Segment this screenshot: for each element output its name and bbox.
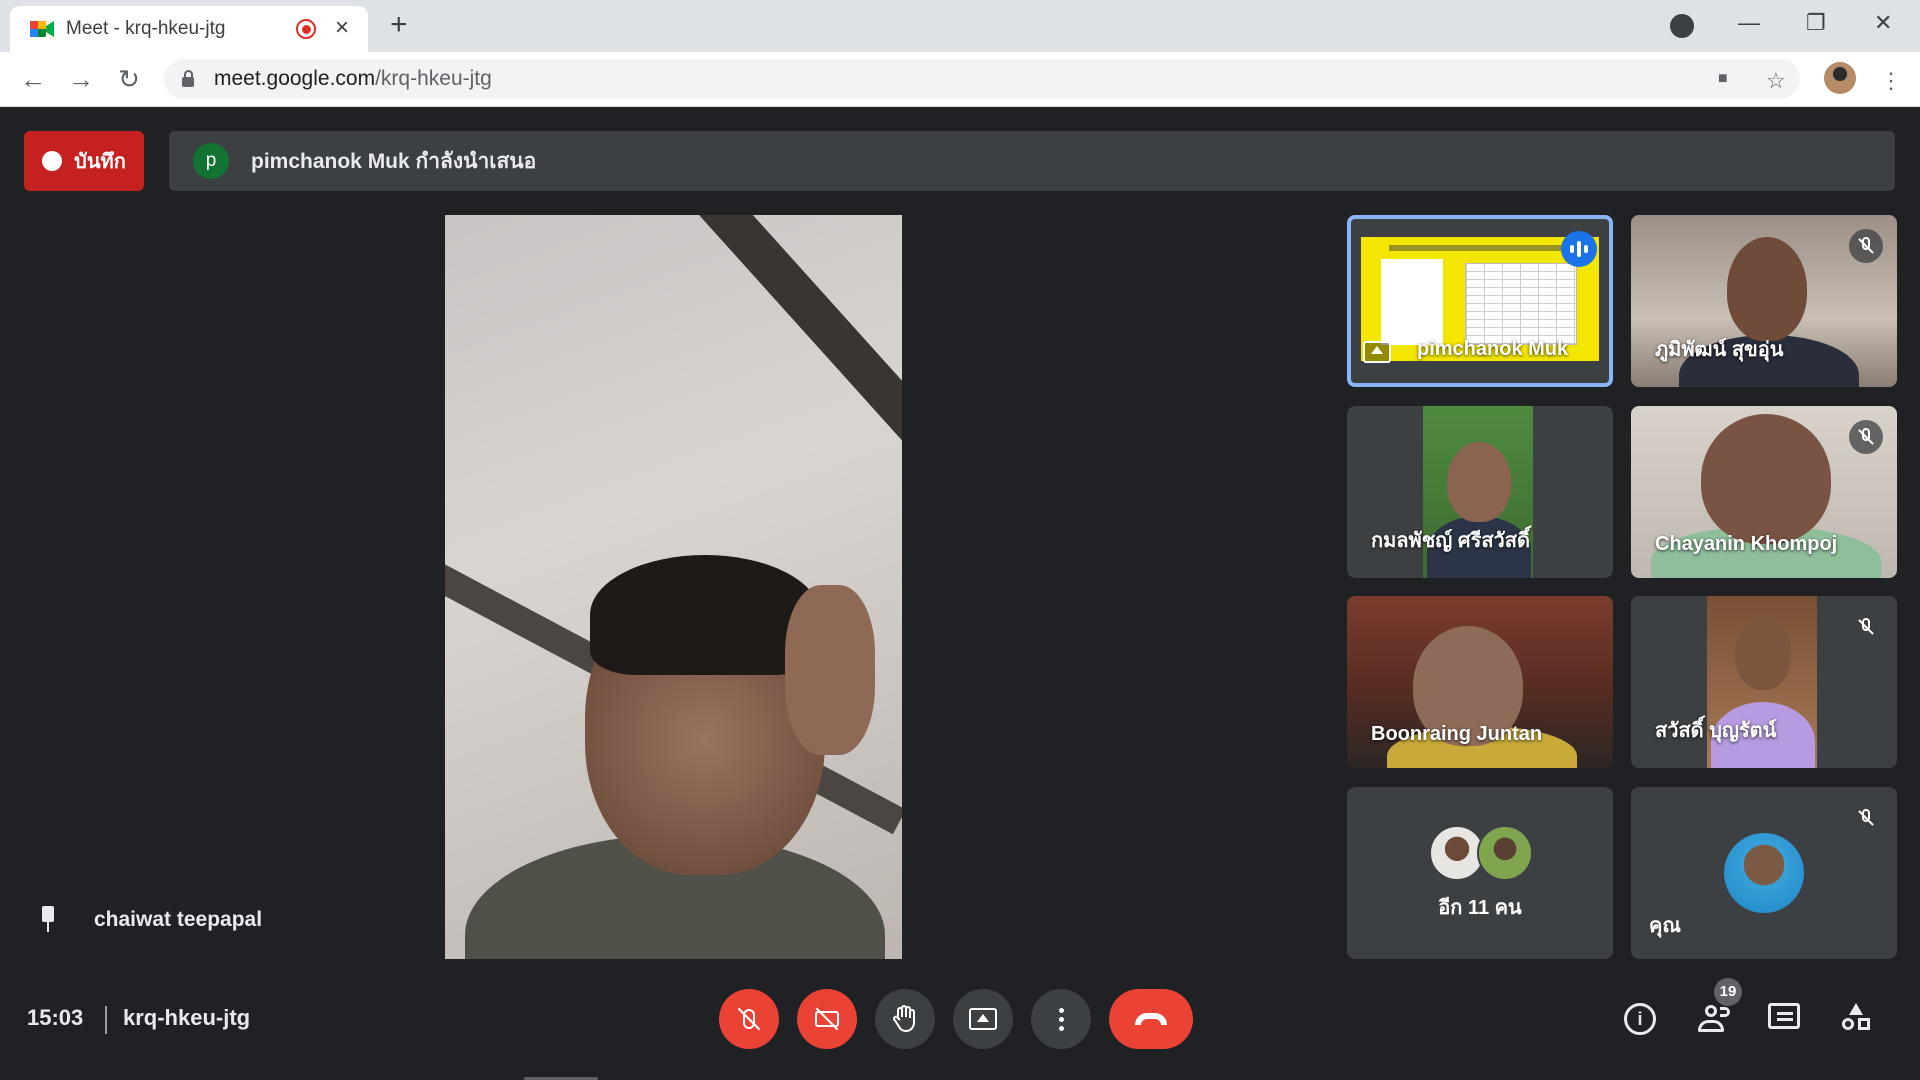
participant-tile[interactable]: ภูมิพัฒน์ สุขอุ่น <box>1631 215 1897 387</box>
divider <box>105 1006 107 1034</box>
recording-label: บันทึก <box>74 151 126 173</box>
back-icon[interactable]: ← <box>18 64 48 94</box>
participant-name: กมลพัชญ์ ศรีสวัสดิ์ <box>1371 530 1530 552</box>
more-vert-icon <box>1058 1007 1064 1031</box>
participant-name: Chayanin Khompoj <box>1655 533 1838 555</box>
participant-tile[interactable]: Boonraing Juntan <box>1347 596 1613 768</box>
slide-table <box>1465 263 1577 345</box>
participant-name: Boonraing Juntan <box>1371 723 1543 745</box>
meeting-time: 15:03 <box>27 1005 84 1030</box>
browser-toolbar: ← → ↻ meet.google.com/krq-hkeu-jtg ■ ☆ ⋮ <box>0 52 1920 107</box>
chat-icon[interactable] <box>1768 1003 1800 1029</box>
maximize-button[interactable]: ❐ <box>1806 10 1826 36</box>
participant-tile[interactable]: pimchanok Muk <box>1347 215 1613 387</box>
browser-tab[interactable]: Meet - krq-hkeu-jtg × <box>10 6 368 52</box>
mic-off-icon <box>1849 420 1883 454</box>
tab-title: Meet - krq-hkeu-jtg <box>66 18 226 39</box>
person-head <box>1727 237 1807 341</box>
activities-icon[interactable] <box>1840 1003 1872 1035</box>
meeting-details-info-icon[interactable]: i <box>1624 1003 1656 1035</box>
participant-name: ภูมิพัฒน์ สุขอุ่น <box>1655 339 1784 361</box>
presenting-icon <box>1363 341 1391 363</box>
speaking-indicator-icon <box>1561 231 1597 267</box>
lock-icon[interactable] <box>182 70 194 87</box>
self-avatar <box>1724 833 1804 913</box>
participant-tile[interactable]: สวัสดิ์ บุญรัตน์ <box>1631 596 1897 768</box>
record-dot-icon <box>42 151 63 171</box>
participants-count-badge: 19 <box>1714 978 1742 1006</box>
toggle-camera-button[interactable] <box>797 989 857 1049</box>
url-text[interactable]: meet.google.com/krq-hkeu-jtg <box>214 67 492 91</box>
close-window-button[interactable]: ✕ <box>1874 10 1892 36</box>
pin-icon[interactable] <box>40 906 56 934</box>
tab-close-icon[interactable]: × <box>330 16 354 41</box>
hand-icon <box>893 1005 915 1033</box>
profile-avatar[interactable] <box>1824 62 1856 94</box>
self-tile[interactable]: คุณ <box>1631 787 1897 959</box>
minimize-button[interactable]: — <box>1738 10 1760 36</box>
raise-hand-button[interactable] <box>875 989 935 1049</box>
reload-icon[interactable]: ↻ <box>114 64 144 94</box>
toggle-mic-button[interactable] <box>719 989 779 1049</box>
presenting-text: pimchanok Muk กำลังนำเสนอ <box>251 149 537 173</box>
leave-call-button[interactable] <box>1109 989 1193 1049</box>
participant-avatar <box>1477 825 1533 881</box>
participant-tile[interactable]: กมลพัชญ์ ศรีสวัสดิ์ <box>1347 406 1613 578</box>
meeting-code: krq-hkeu-jtg <box>123 1005 251 1030</box>
new-tab-button[interactable]: + <box>390 10 408 40</box>
mic-off-icon <box>1849 610 1883 644</box>
browser-menu-icon[interactable]: ⋮ <box>1880 68 1902 94</box>
camera-in-use-icon[interactable]: ■ <box>1718 70 1728 88</box>
background-beam <box>645 215 902 572</box>
person-head <box>1701 414 1831 544</box>
presentation-banner[interactable]: p pimchanok Muk กำลังนำเสนอ <box>169 131 1895 191</box>
meet-favicon-icon <box>30 19 54 39</box>
slide-header <box>1389 245 1569 251</box>
presenter-avatar: p <box>193 143 229 179</box>
more-options-button[interactable] <box>1031 989 1091 1049</box>
participant-name: pimchanok Muk <box>1417 338 1569 360</box>
present-screen-button[interactable] <box>953 989 1013 1049</box>
slide-document <box>1381 259 1443 345</box>
browser-tabstrip: Meet - krq-hkeu-jtg × + — ❐ ✕ <box>0 0 1920 52</box>
hang-up-icon <box>1135 1013 1167 1025</box>
mic-off-icon <box>1849 801 1883 835</box>
person-head <box>1735 616 1791 690</box>
address-bar[interactable]: meet.google.com/krq-hkeu-jtg <box>164 59 1800 99</box>
person-hand <box>785 585 875 755</box>
pinned-name: chaiwat teepapal <box>94 908 263 931</box>
person-head <box>1447 442 1511 522</box>
recording-button[interactable]: บันทึก <box>24 131 144 191</box>
tab-search-icon[interactable] <box>1670 14 1694 38</box>
self-name: คุณ <box>1649 915 1681 937</box>
participant-tile[interactable]: Chayanin Khompoj <box>1631 406 1897 578</box>
url-host: meet.google.com <box>214 67 376 90</box>
pinned-participant: chaiwat teepapal <box>40 906 262 934</box>
more-participants-label: อีก 11 คน <box>1438 897 1522 919</box>
recording-indicator-icon <box>296 19 316 39</box>
main-video[interactable] <box>445 215 902 959</box>
forward-icon[interactable]: → <box>66 64 96 94</box>
bookmark-star-icon[interactable]: ☆ <box>1766 68 1786 94</box>
present-screen-icon <box>969 1008 997 1030</box>
participant-name: สวัสดิ์ บุญรัตน์ <box>1655 720 1777 742</box>
more-participants-tile[interactable]: อีก 11 คน <box>1347 787 1613 959</box>
url-path: /krq-hkeu-jtg <box>375 67 492 90</box>
mic-off-icon <box>1849 229 1883 263</box>
people-icon[interactable] <box>1696 1003 1730 1035</box>
